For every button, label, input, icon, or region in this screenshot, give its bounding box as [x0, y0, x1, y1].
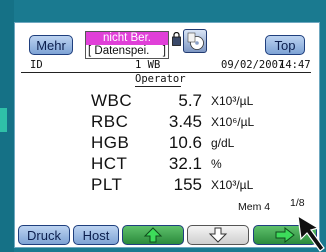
sample-number: 1 WB — [135, 59, 161, 71]
arrow-up-icon — [143, 227, 163, 243]
host-button[interactable]: Host — [73, 225, 119, 245]
analyzer-screen: Mehr nicht Ber. [ Datenspei. ] Top ID 1 … — [14, 22, 320, 248]
data-storage-status: [ Datenspei. — [88, 45, 150, 57]
result-row-plt: PLT 155 X10³/µL — [15, 175, 319, 195]
arrow-down-icon — [208, 227, 228, 243]
result-value: 5.7 — [178, 91, 202, 110]
lock-icon — [172, 32, 181, 46]
result-unit: % — [211, 157, 222, 171]
disk-save-icon[interactable] — [183, 29, 207, 53]
print-button[interactable]: Druck — [18, 225, 70, 245]
scroll-down-button[interactable] — [187, 225, 249, 245]
result-name: HGB — [91, 133, 130, 152]
result-unit: g/dL — [211, 136, 235, 150]
status-box: nicht Ber. [ Datenspei. ] — [85, 31, 169, 59]
more-button[interactable]: Mehr — [29, 35, 73, 55]
top-button[interactable]: Top — [265, 35, 305, 55]
result-value: 10.6 — [168, 133, 202, 152]
sample-time: 14:47 — [279, 59, 311, 71]
arrow-right-icon — [275, 227, 295, 243]
result-name: PLT — [91, 175, 123, 194]
disc-graphic-icon — [187, 32, 204, 50]
operator-divider — [135, 86, 181, 87]
result-row-hct: HCT 32.1 % — [15, 154, 319, 174]
result-row-rbc: RBC 3.45 X10⁶/µL — [15, 112, 319, 132]
page-indicator: 1/8 — [290, 197, 305, 209]
result-name: HCT — [91, 154, 128, 173]
stylus-pointer-icon — [297, 214, 325, 252]
result-row-wbc: WBC 5.7 X10³/µL — [15, 91, 319, 111]
result-row-hgb: HGB 10.6 g/dL — [15, 133, 319, 153]
sample-date: 09/02/2007 — [221, 59, 285, 71]
sample-info-row: ID 1 WB 09/02/2007 14:47 — [15, 59, 319, 71]
result-name: WBC — [91, 91, 133, 110]
operator-label: Operator — [135, 73, 186, 85]
device-indicator — [0, 108, 7, 132]
id-label: ID — [30, 59, 43, 71]
status-bracket: ] — [162, 45, 166, 57]
not-calculated-status: nicht Ber. — [86, 32, 168, 45]
result-unit: X10³/µL — [211, 178, 254, 192]
memory-indicator: Mem 4 — [238, 201, 271, 213]
result-value: 3.45 — [168, 112, 202, 131]
scroll-up-button[interactable] — [122, 225, 184, 245]
result-name: RBC — [91, 112, 129, 131]
result-unit: X10⁶/µL — [211, 115, 255, 129]
result-unit: X10³/µL — [211, 94, 254, 108]
result-value: 32.1 — [168, 154, 202, 173]
result-value: 155 — [173, 175, 202, 194]
